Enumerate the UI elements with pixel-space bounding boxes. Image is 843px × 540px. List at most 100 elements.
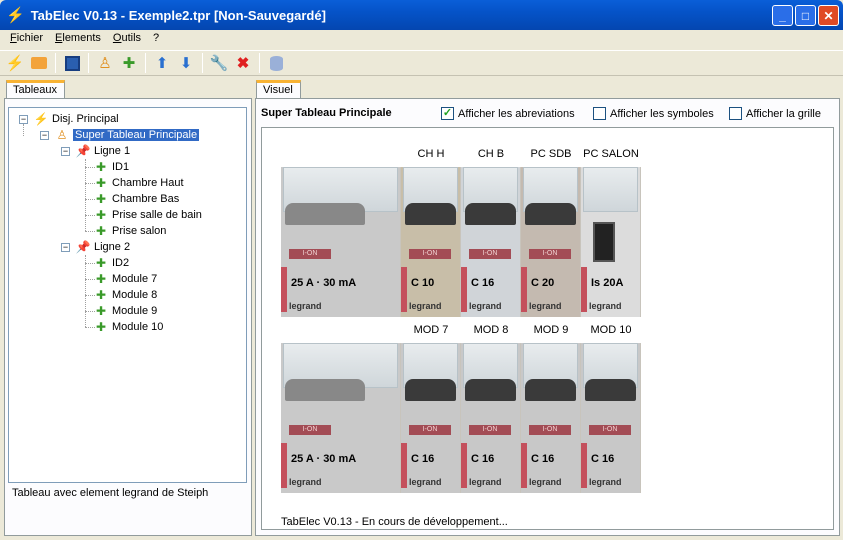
module-label: MOD 9 — [533, 324, 569, 336]
tree-node-element[interactable]: ✚ Chambre Bas — [93, 191, 179, 207]
tree-line — [23, 124, 24, 136]
puzzle-icon: ✚ — [95, 208, 107, 222]
breaker-module[interactable]: I-ON C 16 legrand — [581, 343, 641, 493]
brand-label: legrand — [589, 477, 622, 487]
tree-node-ligne[interactable]: 📌 Ligne 1 — [75, 143, 131, 159]
tree-node-tableau[interactable]: ♙ Super Tableau Principale — [54, 127, 200, 143]
tree-node-element[interactable]: ✚ ID1 — [93, 159, 129, 175]
breaker-module[interactable]: I-ON C 16 legrand — [461, 343, 521, 493]
rating-label: C 20 — [531, 277, 555, 289]
switch-handle — [593, 222, 615, 262]
breaker-module[interactable]: I-ON C 16 legrand — [521, 343, 581, 493]
lever — [405, 203, 456, 225]
module-label: CH H — [417, 148, 445, 160]
puzzle-icon: ✚ — [95, 176, 107, 190]
brand-label: legrand — [469, 477, 502, 487]
delete-icon[interactable]: ✖ — [232, 52, 254, 74]
lever — [285, 203, 365, 225]
tree-node-label: Prise salon — [112, 225, 167, 237]
tree-node-label: Super Tableau Principale — [73, 129, 200, 141]
module-label: CH B — [477, 148, 505, 160]
checkbox-label: Afficher la grille — [746, 107, 821, 120]
move-up-icon[interactable]: ⬆ — [151, 52, 173, 74]
brand-stripe — [521, 267, 527, 312]
rating-label: C 16 — [411, 453, 435, 465]
module-label: MOD 7 — [413, 324, 449, 336]
tree-node-element[interactable]: ✚ Chambre Haut — [93, 175, 184, 191]
properties-icon[interactable]: 🔧 — [208, 52, 230, 74]
tree-node-element[interactable]: ✚ Module 10 — [93, 319, 163, 335]
checkbox-grille[interactable]: Afficher la grille — [729, 107, 821, 120]
on-label: I-ON — [289, 249, 331, 259]
tree-node-element[interactable]: ✚ Module 9 — [93, 303, 157, 319]
open-folder-icon[interactable] — [28, 52, 50, 74]
tree-node-element[interactable]: ✚ Prise salon — [93, 223, 166, 239]
puzzle-icon: ✚ — [95, 304, 107, 318]
on-label: I-ON — [589, 425, 631, 435]
on-label: I-ON — [529, 249, 571, 259]
lever — [585, 379, 636, 401]
breaker-module[interactable]: I-ON 25 A · 30 mA legrand — [281, 167, 401, 317]
tree-node-label: Ligne 1 — [94, 145, 131, 157]
tab-visuel[interactable]: Visuel — [256, 80, 301, 99]
save-icon[interactable] — [61, 52, 83, 74]
tree-node-ligne[interactable]: 📌 Ligne 2 — [75, 239, 131, 255]
breaker-module[interactable]: Is 20A legrand — [581, 167, 641, 317]
tree-node-element[interactable]: ✚ ID2 — [93, 255, 129, 271]
on-label: I-ON — [469, 425, 511, 435]
breaker-module[interactable]: I-ON C 10 legrand — [401, 167, 461, 317]
element-icon[interactable]: ✚ — [118, 52, 140, 74]
rating-label: C 16 — [471, 277, 495, 289]
breaker-module[interactable]: I-ON C 16 legrand — [461, 167, 521, 317]
module-label: PC SDB — [530, 148, 572, 160]
checkbox-abreviations[interactable]: ✓ Afficher les abreviations — [441, 107, 575, 120]
puzzle-icon: ✚ — [95, 320, 107, 334]
app-lightning-icon: ⚡ — [6, 7, 25, 24]
tree-node-element[interactable]: ✚ Module 7 — [93, 271, 157, 287]
breaker-module[interactable]: I-ON C 16 legrand — [401, 343, 461, 493]
tree-node-root[interactable]: ⚡ Disj. Principal — [33, 111, 119, 127]
checkbox-symboles[interactable]: Afficher les symboles — [593, 107, 714, 120]
breaker-module[interactable]: I-ON C 20 legrand — [521, 167, 581, 317]
expand-toggle[interactable]: − — [61, 147, 70, 156]
menu-help[interactable]: ? — [147, 30, 165, 48]
tree-node-element[interactable]: ✚ Module 8 — [93, 287, 157, 303]
brand-label: legrand — [529, 477, 562, 487]
toolbar: ⚡ ♙ ✚ ⬆ ⬇ 🔧 ✖ — [0, 50, 843, 76]
module-cover — [583, 167, 638, 212]
new-icon[interactable]: ⚡ — [4, 52, 26, 74]
rating-label: C 16 — [591, 453, 615, 465]
brand-stripe — [581, 443, 587, 488]
expand-toggle[interactable]: − — [40, 131, 49, 140]
visual-canvas: TabElec V0.13 - En cours de développemen… — [261, 127, 834, 530]
menu-elements[interactable]: Elements — [49, 30, 107, 48]
brand-label: legrand — [409, 477, 442, 487]
brand-label: legrand — [529, 301, 562, 311]
breaker-module[interactable]: I-ON 25 A · 30 mA legrand — [281, 343, 401, 493]
puzzle-icon: ✚ — [95, 256, 107, 270]
pin-icon: 📌 — [75, 144, 91, 158]
lever — [405, 379, 456, 401]
brand-stripe — [581, 267, 587, 312]
expand-toggle[interactable]: − — [19, 115, 28, 124]
puzzle-icon: ✚ — [95, 272, 107, 286]
brand-label: legrand — [589, 301, 622, 311]
brand-label: legrand — [289, 477, 322, 487]
tab-tableaux[interactable]: Tableaux — [6, 80, 65, 99]
brand-stripe — [281, 443, 287, 488]
menu-fichier[interactable]: Fichier — [4, 30, 49, 48]
tree-node-element[interactable]: ✚ Prise salle de bain — [93, 207, 202, 223]
close-button[interactable]: ✕ — [818, 5, 839, 26]
puzzle-icon: ✚ — [95, 288, 107, 302]
maximize-button[interactable]: □ — [795, 5, 816, 26]
move-down-icon[interactable]: ⬇ — [175, 52, 197, 74]
tableau-icon[interactable]: ♙ — [94, 52, 116, 74]
database-icon[interactable] — [265, 52, 287, 74]
minimize-button[interactable]: _ — [772, 5, 793, 26]
brand-stripe — [461, 443, 467, 488]
lever — [465, 379, 516, 401]
expand-toggle[interactable]: − — [61, 243, 70, 252]
on-label: I-ON — [469, 249, 511, 259]
rating-label: C 16 — [531, 453, 555, 465]
menu-outils[interactable]: Outils — [107, 30, 147, 48]
